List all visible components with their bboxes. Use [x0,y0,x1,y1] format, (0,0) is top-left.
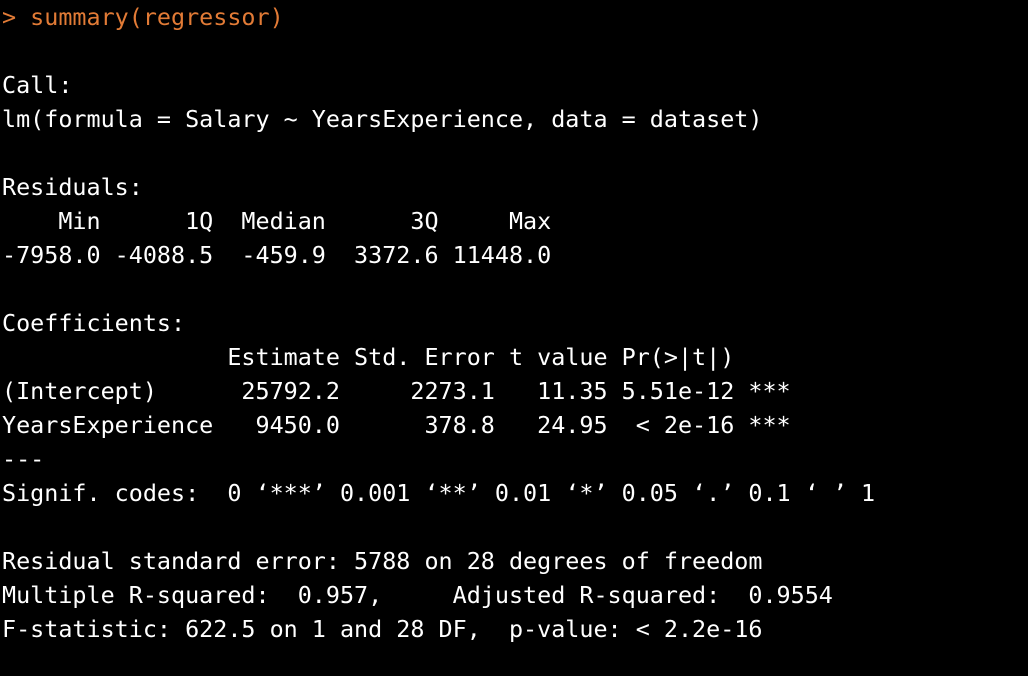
separator-line: --- [2,445,45,473]
coefficients-header-row: Estimate Std. Error t value Pr(>|t|) [2,343,791,371]
r-console[interactable]: > summary(regressor) Call: lm(formula = … [0,0,1028,676]
coefficients-row-yearsexperience: YearsExperience 9450.0 378.8 24.95 < 2e-… [2,411,791,439]
call-heading: Call: [2,71,73,99]
f-statistic-line: F-statistic: 622.5 on 1 and 28 DF, p-val… [2,615,763,643]
r-squared-line: Multiple R-squared: 0.957, Adjusted R-sq… [2,581,847,609]
residuals-heading: Residuals: [2,173,143,201]
command-line: > summary(regressor) [2,3,284,31]
signif-codes-line: Signif. codes: 0 ‘***’ 0.001 ‘**’ 0.01 ‘… [2,479,876,507]
residuals-values-row: -7958.0 -4088.5 -459.9 3372.6 11448.0 [2,241,566,269]
residual-standard-error-line: Residual standard error: 5788 on 28 degr… [2,547,763,575]
call-formula: lm(formula = Salary ~ YearsExperience, d… [2,105,763,133]
coefficients-row-intercept: (Intercept) 25792.2 2273.1 11.35 5.51e-1… [2,377,791,405]
coefficients-heading: Coefficients: [2,309,186,337]
residuals-header-row: Min 1Q Median 3Q Max [2,207,566,235]
